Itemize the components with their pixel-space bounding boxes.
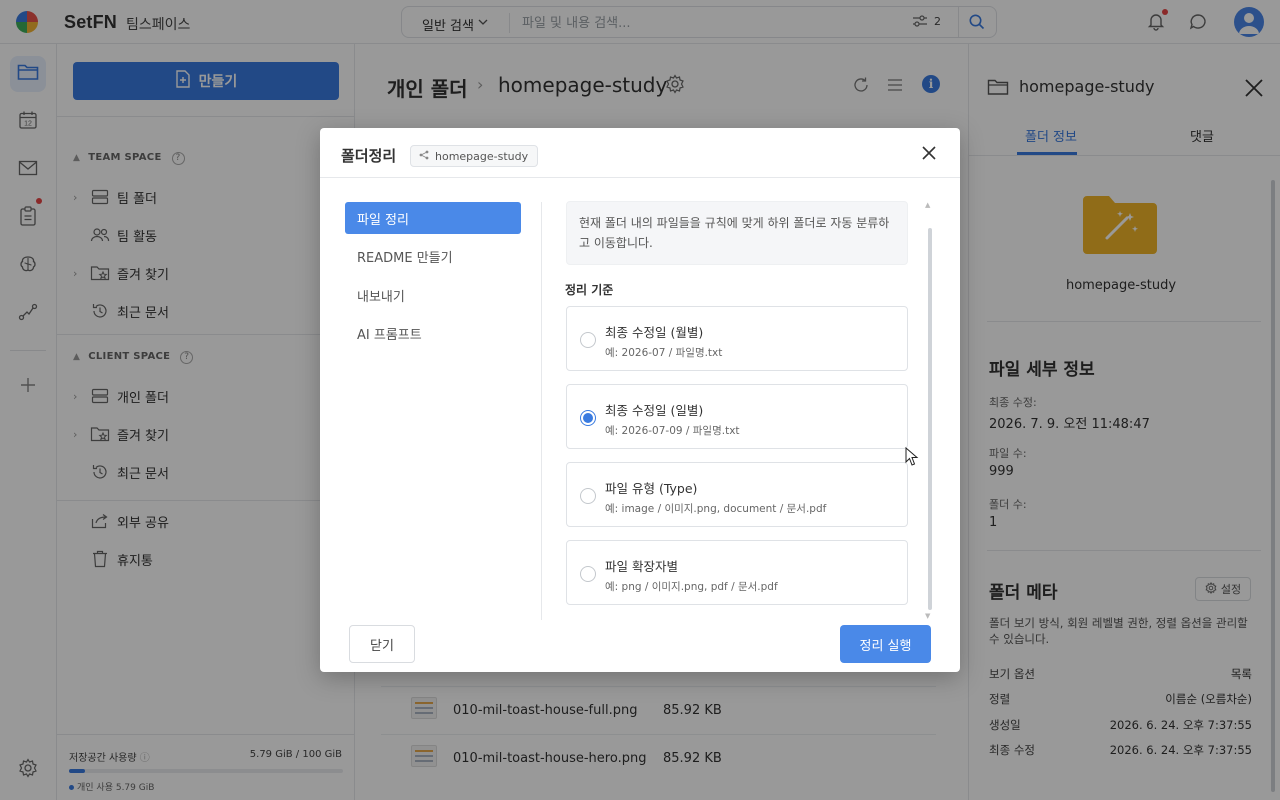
scroll-down-arrow-icon[interactable]: ▼ (925, 612, 930, 620)
option-daily[interactable]: 최종 수정일 (일별) 예: 2026-07-09 / 파일명.txt (566, 384, 908, 449)
info-box: 현재 폴더 내의 파일들을 규칙에 맞게 하위 폴더로 자동 분류하고 이동합니… (566, 201, 908, 265)
option-example: 예: 2026-07 / 파일명.txt (605, 347, 723, 359)
divider (541, 202, 542, 620)
close-button[interactable]: 닫기 (349, 625, 415, 663)
folder-chip-label: homepage-study (435, 149, 529, 163)
nav-export[interactable]: 내보내기 (345, 279, 521, 311)
divider (320, 177, 960, 178)
scroll-up-arrow-icon[interactable]: ▲ (925, 201, 930, 209)
folder-chip: homepage-study (410, 145, 539, 167)
mouse-cursor-icon (905, 446, 919, 467)
radio-button-selected[interactable] (580, 410, 596, 426)
radio-button[interactable] (580, 488, 596, 504)
option-example: 예: image / 이미지.png, document / 문서.pdf (605, 503, 827, 515)
option-monthly[interactable]: 최종 수정일 (월별) 예: 2026-07 / 파일명.txt (566, 306, 908, 371)
option-title: 파일 유형 (Type) (605, 481, 698, 496)
option-title: 최종 수정일 (월별) (605, 325, 704, 340)
close-icon[interactable] (918, 142, 940, 164)
nav-ai-prompt[interactable]: AI 프롬프트 (345, 317, 521, 349)
option-title: 최종 수정일 (일별) (605, 403, 704, 418)
nav-organize-files[interactable]: 파일 정리 (345, 202, 521, 234)
option-example: 예: png / 이미지.png, pdf / 문서.pdf (605, 581, 778, 593)
option-title: 파일 확장자별 (605, 559, 678, 574)
organize-folder-dialog: 폴더정리 homepage-study 파일 정리 README 만들기 내보내… (320, 128, 960, 672)
option-type[interactable]: 파일 유형 (Type) 예: image / 이미지.png, documen… (566, 462, 908, 527)
radio-button[interactable] (580, 332, 596, 348)
share-nodes-icon (419, 150, 429, 163)
section-title: 정리 기준 (565, 283, 614, 297)
run-organize-button[interactable]: 정리 실행 (840, 625, 931, 663)
radio-button[interactable] (580, 566, 596, 582)
nav-create-readme[interactable]: README 만들기 (345, 240, 521, 272)
dialog-scrollbar[interactable] (928, 228, 932, 610)
option-extension[interactable]: 파일 확장자별 예: png / 이미지.png, pdf / 문서.pdf (566, 540, 908, 605)
option-example: 예: 2026-07-09 / 파일명.txt (605, 425, 740, 437)
dialog-title: 폴더정리 (341, 147, 397, 165)
